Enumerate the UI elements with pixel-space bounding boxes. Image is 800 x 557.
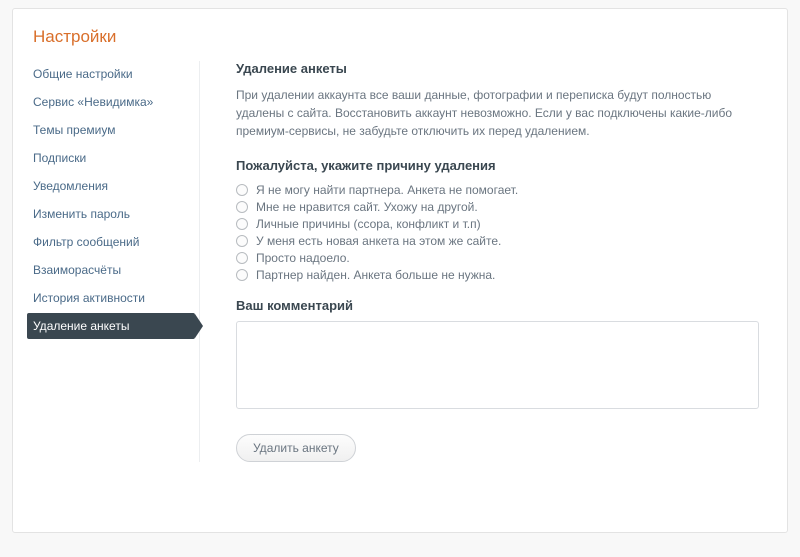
main-panel: Удаление анкеты При удалении аккаунта вс… [199,61,787,462]
sidebar: Общие настройки Сервис «Невидимка» Темы … [13,61,195,462]
sidebar-item-message-filter[interactable]: Фильтр сообщений [27,229,195,255]
reason-option[interactable]: У меня есть новая анкета на этом же сайт… [236,234,759,248]
sidebar-item-label: История активности [33,291,145,305]
reason-label: Я не могу найти партнера. Анкета не помо… [256,183,518,197]
sidebar-item-label: Темы премиум [33,123,115,137]
reason-radio[interactable] [236,252,248,264]
reason-radio[interactable] [236,184,248,196]
settings-card: Настройки Общие настройки Сервис «Невиди… [12,8,788,533]
reason-radio[interactable] [236,235,248,247]
sidebar-item-label: Подписки [33,151,86,165]
sidebar-item-invisible[interactable]: Сервис «Невидимка» [27,89,195,115]
reason-label: Партнер найден. Анкета больше не нужна. [256,268,495,282]
reason-option[interactable]: Я не могу найти партнера. Анкета не помо… [236,183,759,197]
comment-label: Ваш комментарий [236,298,759,313]
reason-option[interactable]: Партнер найден. Анкета больше не нужна. [236,268,759,282]
reason-option[interactable]: Просто надоело. [236,251,759,265]
reason-option[interactable]: Мне не нравится сайт. Ухожу на другой. [236,200,759,214]
reason-radio[interactable] [236,269,248,281]
reason-label: Личные причины (ссора, конфликт и т.п) [256,217,481,231]
sidebar-item-delete-profile[interactable]: Удаление анкеты [27,313,195,339]
reasons-group: Я не могу найти партнера. Анкета не помо… [236,183,759,282]
reason-label: Мне не нравится сайт. Ухожу на другой. [256,200,478,214]
section-description: При удалении аккаунта все ваши данные, ф… [236,86,759,140]
section-heading: Удаление анкеты [236,61,759,76]
reason-radio[interactable] [236,218,248,230]
sidebar-item-label: Фильтр сообщений [33,235,139,249]
sidebar-item-label: Уведомления [33,179,108,193]
delete-profile-button[interactable]: Удалить анкету [236,434,356,462]
comment-textarea[interactable] [236,321,759,409]
sidebar-item-label: Изменить пароль [33,207,130,221]
sidebar-item-premium-themes[interactable]: Темы премиум [27,117,195,143]
reason-radio[interactable] [236,201,248,213]
sidebar-item-notifications[interactable]: Уведомления [27,173,195,199]
sidebar-item-label: Общие настройки [33,67,133,81]
reason-option[interactable]: Личные причины (ссора, конфликт и т.п) [236,217,759,231]
reason-heading: Пожалуйста, укажите причину удаления [236,158,759,173]
reason-label: У меня есть новая анкета на этом же сайт… [256,234,501,248]
content-wrapper: Общие настройки Сервис «Невидимка» Темы … [13,61,787,462]
sidebar-item-change-password[interactable]: Изменить пароль [27,201,195,227]
sidebar-item-payments[interactable]: Взаиморасчёты [27,257,195,283]
sidebar-item-general[interactable]: Общие настройки [27,61,195,87]
sidebar-item-subscriptions[interactable]: Подписки [27,145,195,171]
sidebar-item-activity-history[interactable]: История активности [27,285,195,311]
sidebar-item-label: Сервис «Невидимка» [33,95,153,109]
page-title: Настройки [13,27,787,61]
sidebar-item-label: Взаиморасчёты [33,263,121,277]
sidebar-item-label: Удаление анкеты [33,319,129,333]
reason-label: Просто надоело. [256,251,350,265]
